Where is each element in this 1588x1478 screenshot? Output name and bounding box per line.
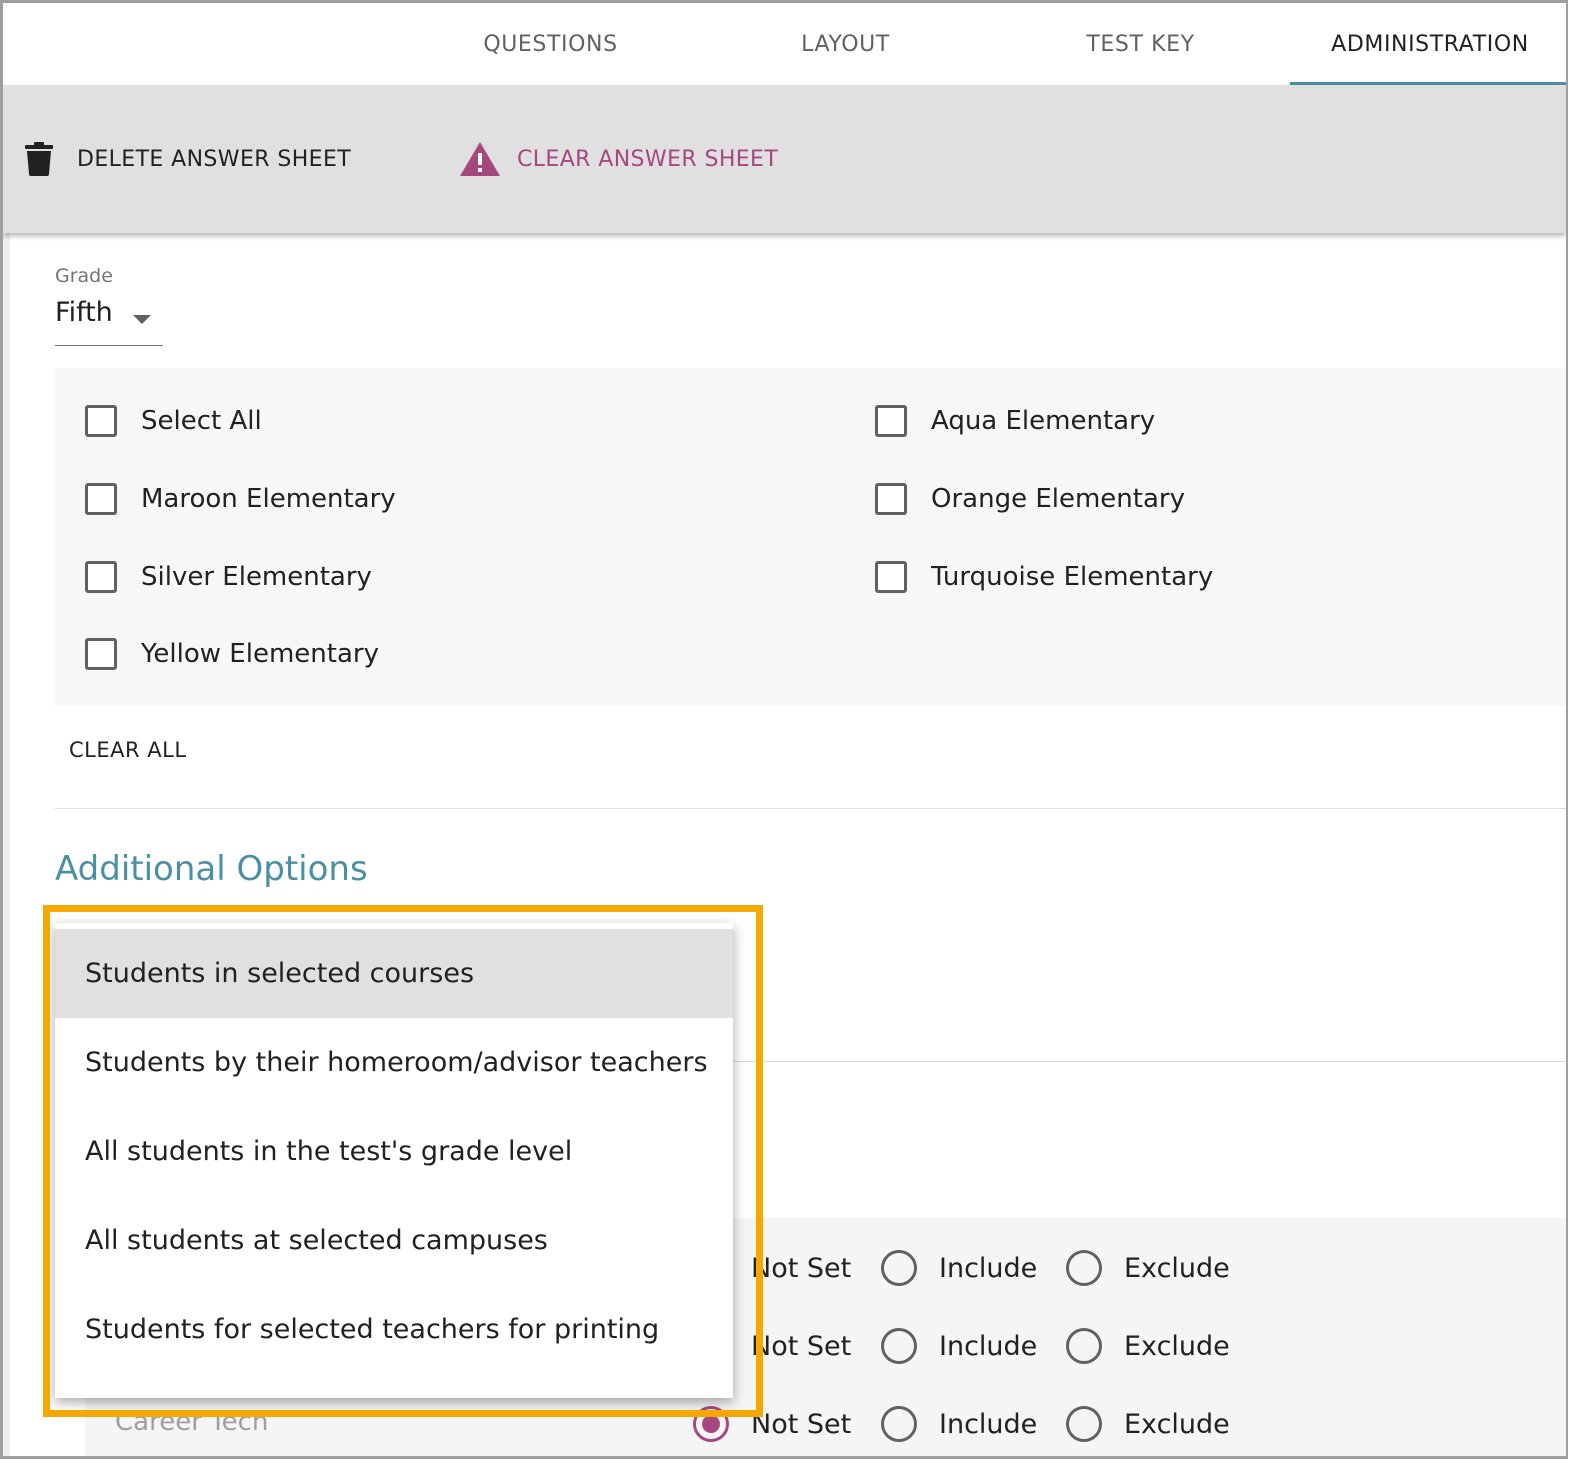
grade-label: Grade <box>55 265 113 287</box>
tab-label: ADMINISTRATION <box>1331 31 1529 57</box>
clear-all-button[interactable]: CLEAR ALL <box>69 738 187 762</box>
radio-label: Not Set <box>751 1408 852 1440</box>
checkbox-select-all[interactable]: Select All <box>85 401 262 441</box>
checkbox[interactable] <box>875 561 907 593</box>
clear-answer-sheet-label: CLEAR ANSWER SHEET <box>517 146 779 172</box>
grade-select[interactable]: Fifth <box>55 293 163 346</box>
tab-bar: QUESTIONS LAYOUT TEST KEY ADMINISTRATION <box>3 3 1566 85</box>
checkbox-aqua-elementary[interactable]: Aqua Elementary <box>875 401 1155 441</box>
delete-answer-sheet-button[interactable]: DELETE ANSWER SHEET <box>25 135 351 183</box>
menu-item-label: Students for selected teachers for print… <box>85 1314 660 1345</box>
radio-button[interactable] <box>1066 1250 1102 1286</box>
radio-include-career-tech[interactable]: Include <box>881 1406 1037 1442</box>
checkbox-label: Maroon Elementary <box>141 484 396 514</box>
radio-button[interactable] <box>881 1250 917 1286</box>
trash-icon <box>25 142 53 176</box>
checkbox-yellow-elementary[interactable]: Yellow Elementary <box>85 634 379 674</box>
tab-label: LAYOUT <box>801 31 890 57</box>
menu-item-label: Students in selected courses <box>85 958 475 989</box>
checkbox[interactable] <box>875 483 907 515</box>
radio-label: Not Set <box>751 1330 852 1362</box>
checkbox-label: Aqua Elementary <box>931 406 1156 436</box>
radio-label: Exclude <box>1124 1252 1230 1284</box>
radio-button-selected[interactable] <box>693 1406 729 1442</box>
radio-include-row1[interactable]: Include <box>881 1250 1037 1286</box>
campus-checkbox-list: Select All Aqua Elementary Maroon Elemen… <box>55 368 1566 706</box>
warning-icon <box>459 141 501 177</box>
menu-item-selected-courses[interactable]: Students in selected courses <box>55 929 733 1018</box>
menu-item-grade-level[interactable]: All students in the test's grade level <box>55 1107 733 1196</box>
app-window: QUESTIONS LAYOUT TEST KEY ADMINISTRATION… <box>0 0 1568 1459</box>
additional-options-heading: Additional Options <box>55 849 368 889</box>
radio-label: Include <box>939 1252 1038 1284</box>
radio-button[interactable] <box>881 1406 917 1442</box>
checkbox[interactable] <box>875 405 907 437</box>
radio-exclude-career-tech[interactable]: Exclude <box>1066 1406 1230 1442</box>
radio-include-row2[interactable]: Include <box>881 1328 1037 1364</box>
radio-label: Include <box>939 1408 1038 1440</box>
tab-layout[interactable]: LAYOUT <box>698 3 993 85</box>
administration-content: Grade Fifth Select All Aqua Elementary M… <box>3 233 1566 1456</box>
radio-button[interactable] <box>881 1328 917 1364</box>
radio-label: Exclude <box>1124 1408 1230 1440</box>
menu-item-label: All students in the test's grade level <box>85 1136 573 1167</box>
checkbox-label: Orange Elementary <box>931 484 1185 514</box>
checkbox-orange-elementary[interactable]: Orange Elementary <box>875 479 1185 519</box>
divider <box>55 808 1566 809</box>
grade-value: Fifth <box>55 297 113 328</box>
radio-not-set-career-tech[interactable]: Not Set <box>693 1406 851 1442</box>
filter-row-label-career-tech: Career Tech <box>115 1407 269 1437</box>
radio-exclude-row2[interactable]: Exclude <box>1066 1328 1230 1364</box>
radio-label: Include <box>939 1330 1038 1362</box>
tab-label: TEST KEY <box>1086 31 1195 57</box>
checkbox[interactable] <box>85 561 117 593</box>
checkbox[interactable] <box>85 638 117 670</box>
dropdown-arrow-icon <box>133 315 151 324</box>
radio-button[interactable] <box>1066 1406 1102 1442</box>
tab-test-key[interactable]: TEST KEY <box>993 3 1288 85</box>
checkbox-label: Silver Elementary <box>141 562 372 592</box>
checkbox-turquoise-elementary[interactable]: Turquoise Elementary <box>875 557 1213 597</box>
radio-button[interactable] <box>1066 1328 1102 1364</box>
checkbox-label: Select All <box>141 406 262 436</box>
menu-item-selected-campuses[interactable]: All students at selected campuses <box>55 1196 733 1285</box>
student-selection-menu: Students in selected courses Students by… <box>55 923 733 1398</box>
checkbox-maroon-elementary[interactable]: Maroon Elementary <box>85 479 396 519</box>
checkbox-label: Turquoise Elementary <box>931 562 1214 592</box>
tab-label: QUESTIONS <box>483 31 618 57</box>
menu-item-label: All students at selected campuses <box>85 1225 548 1256</box>
delete-answer-sheet-label: DELETE ANSWER SHEET <box>77 146 352 172</box>
action-toolbar: DELETE ANSWER SHEET CLEAR ANSWER SHEET <box>3 85 1566 233</box>
menu-item-homeroom-advisor[interactable]: Students by their homeroom/advisor teach… <box>55 1018 733 1107</box>
menu-item-label: Students by their homeroom/advisor teach… <box>85 1047 708 1078</box>
checkbox-label: Yellow Elementary <box>141 639 379 669</box>
clear-answer-sheet-button[interactable]: CLEAR ANSWER SHEET <box>459 135 778 183</box>
tab-administration[interactable]: ADMINISTRATION <box>1290 3 1566 85</box>
checkbox[interactable] <box>85 405 117 437</box>
checkbox-silver-elementary[interactable]: Silver Elementary <box>85 557 372 597</box>
checkbox[interactable] <box>85 483 117 515</box>
tab-questions[interactable]: QUESTIONS <box>403 3 698 85</box>
radio-label: Not Set <box>751 1252 852 1284</box>
menu-item-selected-teachers-printing[interactable]: Students for selected teachers for print… <box>55 1285 733 1374</box>
radio-label: Exclude <box>1124 1330 1230 1362</box>
radio-exclude-row1[interactable]: Exclude <box>1066 1250 1230 1286</box>
